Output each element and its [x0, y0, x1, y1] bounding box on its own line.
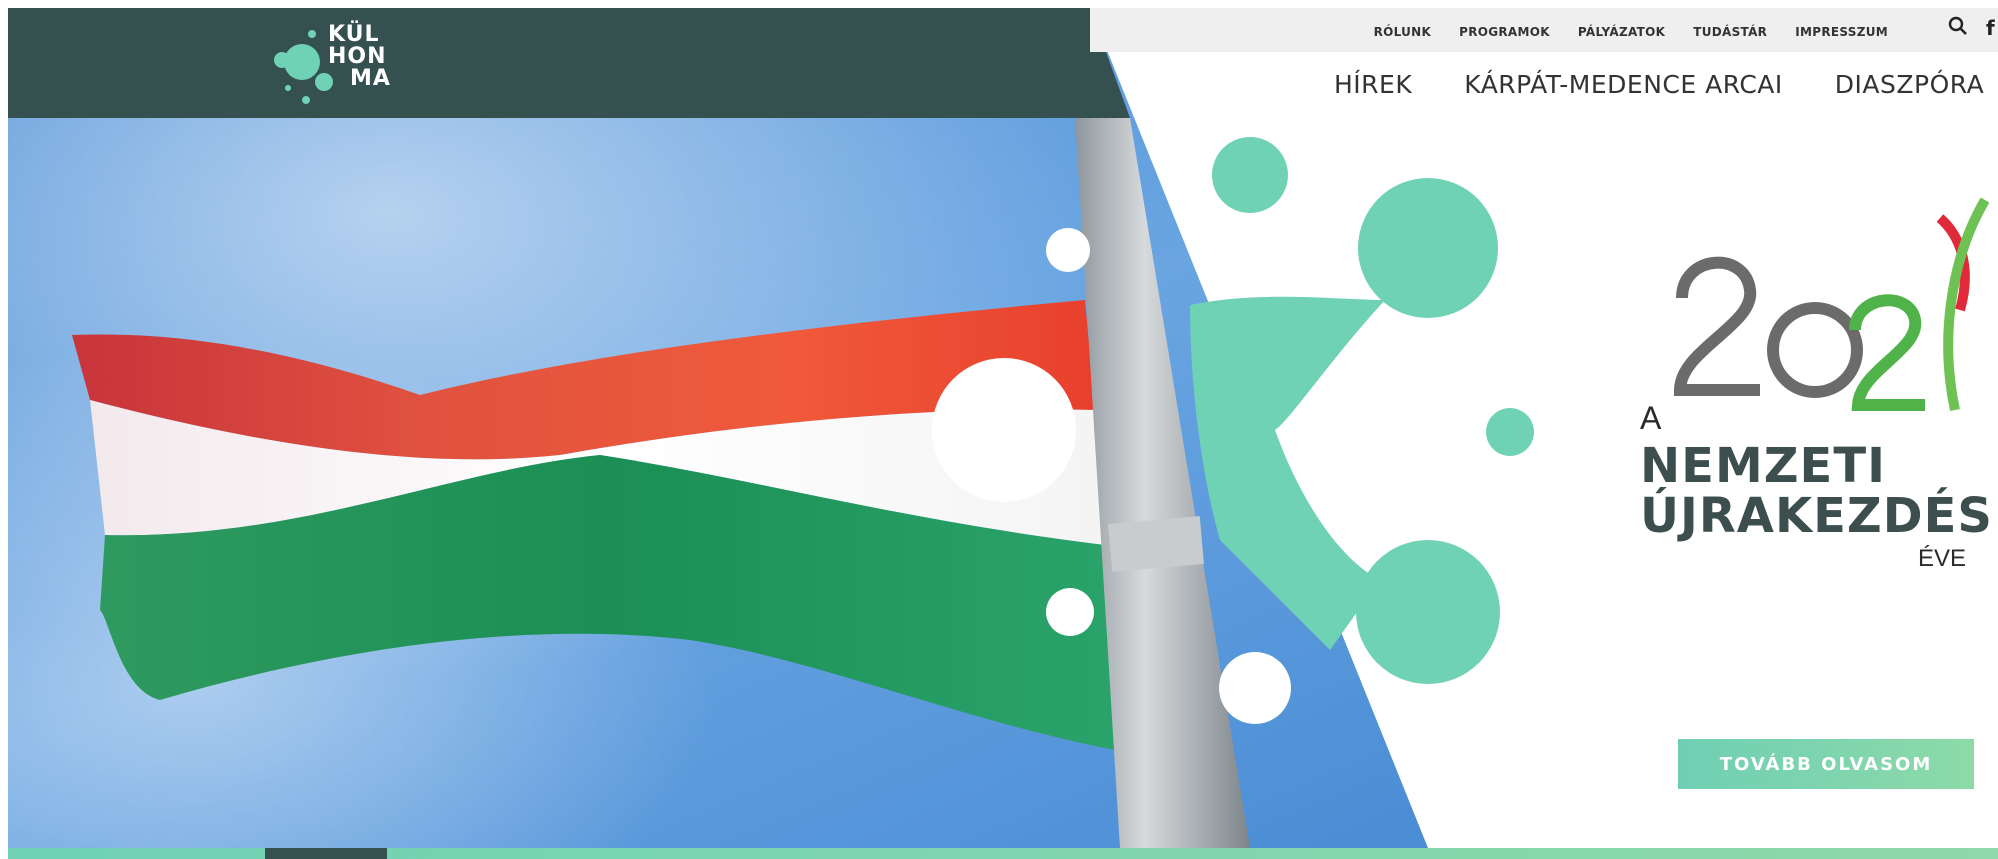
molecule-node [1356, 540, 1500, 684]
utility-item-rolunk[interactable]: RÓLUNK [1374, 25, 1432, 39]
nav-item-diaszpora[interactable]: DIASZPÓRA [1835, 70, 1984, 99]
edge-left [0, 0, 8, 859]
campaign-line-1: NEMZETI [1640, 438, 1886, 494]
molecule-dot [1486, 408, 1534, 456]
main-nav: HÍREK KÁRPÁT-MEDENCE ARCAI DIASZPÓRA [1334, 70, 1984, 99]
nav-item-hirek[interactable]: HÍREK [1334, 70, 1412, 99]
logo-line-1: KÜL [328, 22, 380, 47]
molecule-node [1358, 178, 1498, 318]
campaign-prefix: A [1640, 400, 1662, 436]
logo-wordmark[interactable]: KÜL HON MA [328, 24, 391, 90]
facebook-icon[interactable]: f [1986, 16, 1995, 40]
read-more-button[interactable]: TOVÁBB OLVASOM [1678, 739, 1974, 789]
logo-line-3: MA [350, 66, 391, 91]
molecule-dot [1212, 137, 1288, 213]
utility-item-palyazatok[interactable]: PÁLYÁZATOK [1578, 25, 1665, 39]
utility-icons: f [1948, 16, 1995, 40]
page-frame: RÓLUNK PROGRAMOK PÁLYÁZATOK TUDÁSTÁR IMP… [0, 0, 1998, 859]
nav-item-karpat-medence-arcai[interactable]: KÁRPÁT-MEDENCE ARCAI [1464, 70, 1783, 99]
bottom-accent-indicator [265, 848, 387, 859]
campaign-year-text: 2021 [1620, 180, 1661, 184]
utility-nav: RÓLUNK PROGRAMOK PÁLYÁZATOK TUDÁSTÁR IMP… [1374, 25, 1888, 39]
utility-item-programok[interactable]: PROGRAMOK [1459, 25, 1550, 39]
edge-top [0, 0, 1998, 8]
search-icon[interactable] [1948, 16, 1968, 40]
campaign-suffix: ÉVE [1918, 545, 1967, 572]
campaign-line-2: ÚJRAKEZDÉS [1640, 488, 1993, 544]
logo-line-2: HON [328, 44, 387, 69]
utility-item-tudastar[interactable]: TUDÁSTÁR [1693, 25, 1767, 39]
utility-item-impresszum[interactable]: IMPRESSZUM [1795, 25, 1888, 39]
